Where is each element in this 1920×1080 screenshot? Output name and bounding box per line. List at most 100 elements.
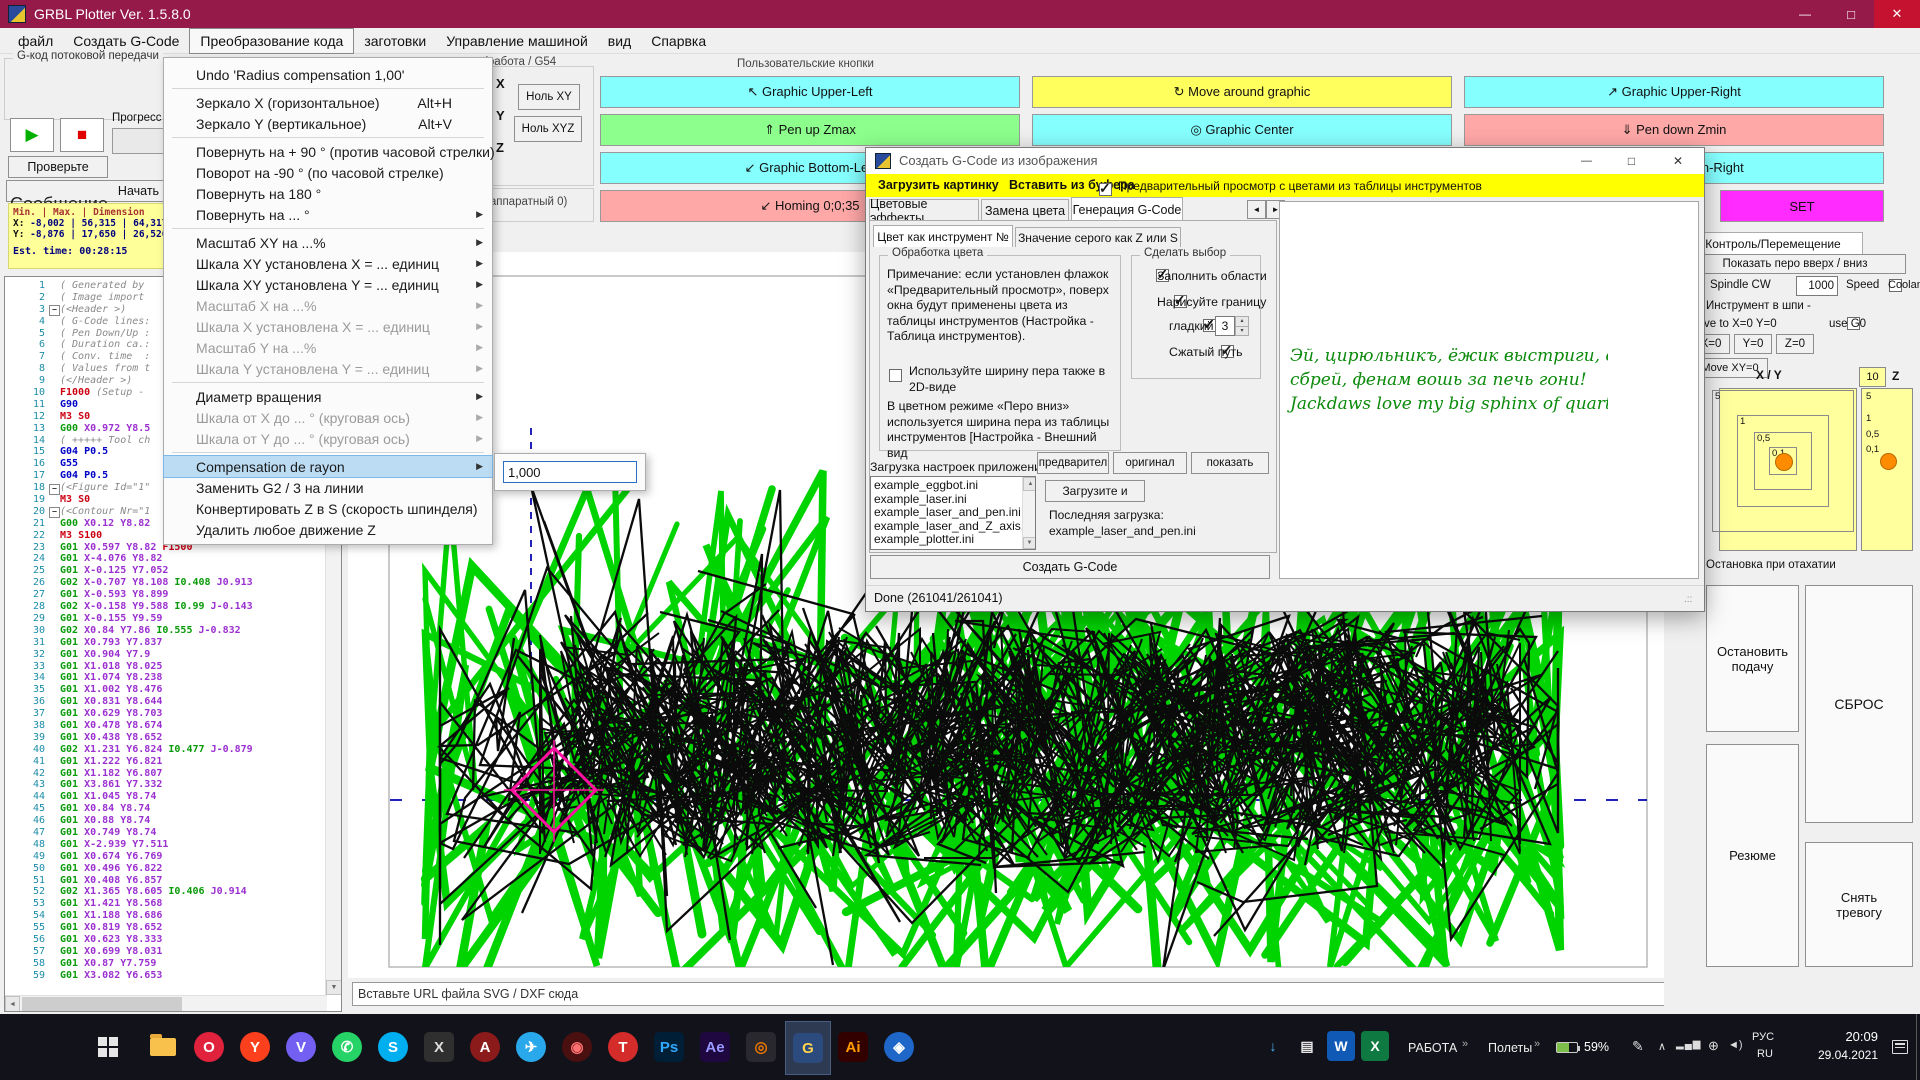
blender-icon[interactable]: ◎ [739, 1021, 783, 1073]
ini-listbox[interactable]: example_eggbot.iniexample_laser.iniexamp… [870, 476, 1036, 550]
fold-collapse-icon[interactable]: − [49, 484, 60, 495]
menu-item-12[interactable]: Шкала XY установлена Y = ... единиц▶ [164, 274, 492, 295]
paste-clipboard-menu[interactable]: Вставить из буфера [1009, 178, 1135, 192]
ini-scrollbar[interactable]: ▲ ▼ [1022, 477, 1035, 549]
menu-item-20[interactable]: Шкала от Y до ... ° (круговая ось)▶ [164, 428, 492, 449]
tab-color-effects[interactable]: Цветовые эффекты [869, 199, 979, 221]
menu-item-14[interactable]: Шкала X установлена X = ... единиц▶ [164, 316, 492, 337]
gcode-line[interactable]: 41G01 X1.222 Y6.821 [5, 756, 341, 768]
start-button[interactable] [84, 1014, 132, 1080]
stop-stream-button[interactable]: ■ [60, 118, 104, 152]
gcode-line[interactable]: 24G01 X-4.076 Y8.82 [5, 553, 341, 565]
resume-button[interactable]: Резюме [1706, 744, 1799, 967]
smooth-spinner[interactable]: ▴ ▾ [1235, 316, 1249, 336]
feed-hold-button[interactable]: Остановить подачу [1706, 585, 1799, 732]
menu-item-10[interactable]: Масштаб XY на ...%▶ [164, 232, 492, 253]
scroll-left-icon[interactable]: ◄ [5, 996, 20, 1012]
gcode-line[interactable]: 34G01 X1.074 Y8.238 [5, 672, 341, 684]
gcode-line[interactable]: 47G01 X0.749 Y8.74 [5, 827, 341, 839]
ini-scroll-down-icon[interactable]: ▼ [1023, 537, 1036, 549]
hscroll-thumb[interactable] [22, 997, 182, 1011]
gcode-line[interactable]: 58G01 X0.87 Y7.759 [5, 958, 341, 970]
gcode-line[interactable]: 26G02 X-0.707 Y8.108 I0.408 J0.913 [5, 577, 341, 589]
graphic-center-button[interactable]: ◎ Graphic Center [1032, 114, 1452, 146]
tab-scroll-left[interactable]: ◄ [1247, 200, 1266, 219]
gcode-line[interactable]: 29G01 X-0.155 Y9.59 [5, 613, 341, 625]
pen-tray-icon[interactable]: ✎ [1632, 1038, 1644, 1055]
ini-list-item[interactable]: example_plotter.ini [874, 533, 1035, 547]
app-t-icon[interactable]: T [601, 1021, 645, 1073]
zero-xyz-button[interactable]: Ноль XYZ [514, 116, 582, 142]
toolbar-polety-chevron[interactable]: » [1534, 1038, 1540, 1050]
illustrator-icon[interactable]: Ai [831, 1021, 875, 1073]
pen-width-2d-checkbox[interactable] [889, 369, 902, 382]
jog-z-step-5[interactable]: 5 [1866, 391, 1871, 402]
gcode-line[interactable]: 39G01 X0.438 Y8.652 [5, 732, 341, 744]
jog-z-step-0,1[interactable]: 0,1 [1866, 444, 1879, 455]
toolbar-rabota[interactable]: РАБОТА [1408, 1041, 1457, 1055]
ini-list-item[interactable]: example_eggbot.ini [874, 479, 1035, 493]
gcode-line[interactable]: 59G01 X3.082 Y6.653 [5, 970, 341, 982]
gcode-line[interactable]: 54G01 X1.188 Y8.686 [5, 910, 341, 922]
recorder-icon[interactable]: ◉ [555, 1021, 599, 1073]
telegram-icon[interactable]: ✈ [509, 1021, 553, 1073]
jog-xy-pad[interactable]: 510,50,1 [1719, 388, 1857, 551]
gcode-line[interactable]: 51G01 X0.408 Y6.857 [5, 875, 341, 887]
load-image-menu[interactable]: Загрузить картинку [878, 178, 999, 192]
volume-icon[interactable]: ◄) [1728, 1039, 1743, 1051]
minimize-button[interactable]: — [1782, 0, 1828, 28]
gcode-line[interactable]: 52G02 X1.365 Y8.605 I0.406 J0.914 [5, 886, 341, 898]
corel-icon[interactable]: ◈ [877, 1021, 921, 1073]
menu-item-13[interactable]: Масштаб X на ...%▶ [164, 295, 492, 316]
menubar-item-спарвка[interactable]: Спарвка [641, 29, 716, 53]
menubar-item-создать-g-code[interactable]: Создать G-Code [63, 29, 189, 53]
gcode-line[interactable]: 46G01 X0.88 Y8.74 [5, 815, 341, 827]
jog-ten-box[interactable]: 10 [1859, 367, 1886, 387]
lang-rus[interactable]: РУС [1752, 1031, 1774, 1043]
gcode-line[interactable]: 38G01 X0.478 Y8.674 [5, 720, 341, 732]
gcode-line[interactable]: 53G01 X1.421 Y8.568 [5, 898, 341, 910]
gcode-line[interactable]: 33G01 X1.018 Y8.025 [5, 661, 341, 673]
gcode-line[interactable]: 27G01 X-0.593 Y8.899 [5, 589, 341, 601]
menu-item-2[interactable]: Зеркало X (горизонтальное)Alt+H [164, 92, 492, 113]
reset-button[interactable]: СБРОС [1805, 585, 1913, 823]
menu-item-19[interactable]: Шкала от X до ... ° (круговая ось)▶ [164, 407, 492, 428]
gcode-hscrollbar[interactable]: ◄ [5, 995, 327, 1011]
battery-icon[interactable] [1556, 1042, 1578, 1053]
start-stream-button[interactable]: ▶ [10, 118, 54, 152]
whatsapp-icon[interactable]: ✆ [325, 1021, 369, 1073]
globe-icon[interactable]: ⊕ [1708, 1038, 1719, 1054]
gcode-line[interactable]: 36G01 X0.831 Y8.644 [5, 696, 341, 708]
gcode-line[interactable]: 25G01 X-0.125 Y7.052 [5, 565, 341, 577]
clock-time[interactable]: 20:09 [1810, 1029, 1878, 1044]
gcode-line[interactable]: 40G02 X1.231 Y6.824 I0.477 J-0.879 [5, 744, 341, 756]
menubar-item-заготовки[interactable]: заготовки [354, 29, 436, 53]
menu-item-7[interactable]: Повернуть на 180 ° [164, 183, 492, 204]
app-x-icon[interactable]: X [417, 1021, 461, 1073]
notification-center-icon[interactable] [1892, 1040, 1908, 1054]
maximize-button[interactable]: □ [1828, 0, 1874, 28]
menu-item-6[interactable]: Поворот на -90 ° (по часовой стрелке) [164, 162, 492, 183]
preview-colors-checkbox[interactable] [1099, 183, 1112, 196]
show-desktop-button[interactable] [1916, 1014, 1920, 1080]
menubar-item-преобразование-кода[interactable]: Преобразование кода [189, 28, 354, 54]
menu-item-16[interactable]: Шкала Y установлена Y = ... единиц▶ [164, 358, 492, 379]
zero-xy-button[interactable]: Ноль XY [518, 84, 580, 110]
gcode-line[interactable]: 56G01 X0.623 Y8.333 [5, 934, 341, 946]
menu-item-23[interactable]: Заменить G2 / 3 на линии [164, 477, 492, 498]
gcode-line[interactable]: 48G01 X-2.939 Y7.511 [5, 839, 341, 851]
gcode-line[interactable]: 43G01 X3.861 Y7.332 [5, 779, 341, 791]
gcode-line[interactable]: 32G01 X0.904 Y7.9 [5, 649, 341, 661]
create-gcode-button[interactable]: Создать G-Code [870, 555, 1270, 579]
verify-button[interactable]: Проверьте [8, 156, 108, 178]
gcode-line[interactable]: 37G01 X0.629 Y8.703 [5, 708, 341, 720]
folder-icon[interactable] [141, 1021, 185, 1073]
opera-icon[interactable]: O [187, 1021, 231, 1073]
fold-collapse-icon[interactable]: − [49, 305, 60, 316]
scroll-down-icon[interactable]: ▼ [326, 980, 342, 995]
tab-control-move[interactable]: Контроль/Перемещение [1683, 232, 1863, 254]
resize-grip-icon[interactable]: .:: [1684, 594, 1692, 605]
toolbar-rabota-chevron[interactable]: » [1462, 1038, 1468, 1050]
word-icon[interactable]: W [1327, 1031, 1355, 1061]
gcode-line[interactable]: 45G01 X0.84 Y8.74 [5, 803, 341, 815]
